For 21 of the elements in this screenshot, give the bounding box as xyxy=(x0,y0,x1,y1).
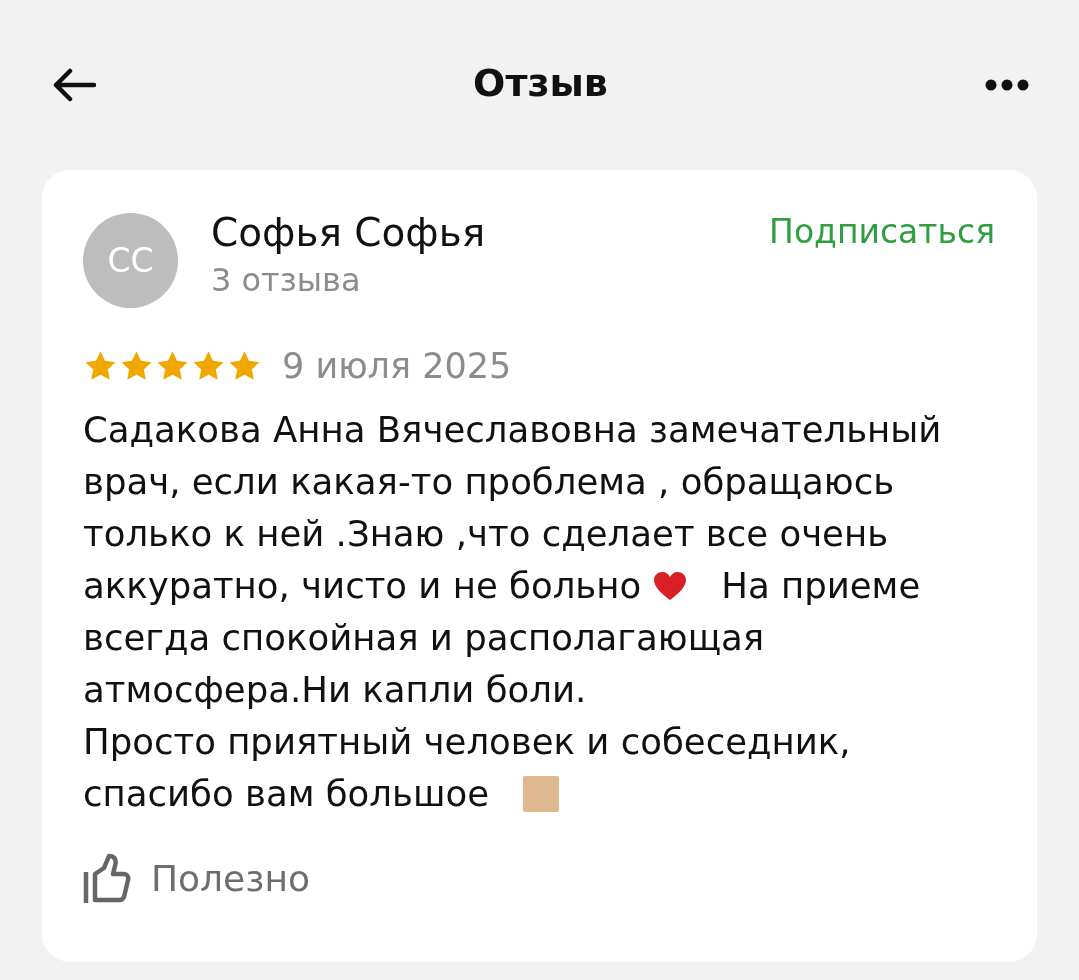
avatar: СС xyxy=(83,213,178,308)
review-text: врач, если какая-то проблема , обращаюсь xyxy=(83,460,895,504)
skin-tone-swatch-icon xyxy=(523,776,559,812)
author-name: Софья Софья xyxy=(211,213,487,253)
page-title: Отзыв xyxy=(473,61,608,105)
review-text: спасибо вам большое xyxy=(83,772,489,816)
subscribe-button[interactable]: Подписаться xyxy=(769,212,995,251)
review-text: аккуратно, чисто и не больно xyxy=(83,564,642,608)
review-text: только к ней .Знаю ,что сделает все очень xyxy=(83,512,889,556)
review-date: 9 июля 2025 xyxy=(282,346,512,386)
back-icon[interactable] xyxy=(52,68,96,102)
review-text: На приеме xyxy=(721,564,921,608)
thumbs-up-icon xyxy=(83,852,131,904)
helpful-button[interactable]: Полезно xyxy=(83,852,310,904)
review-text: всегда спокойная и располагающая xyxy=(83,616,765,660)
review-text: Просто приятный человек и собеседник, xyxy=(83,720,851,764)
more-icon[interactable] xyxy=(985,79,1029,91)
review-text: атмосфера.Ни капли боли. xyxy=(83,668,587,712)
review-text: Садакова Анна Вячеславовна замечательный xyxy=(83,408,942,452)
review-count: 3 отзыва xyxy=(211,261,362,299)
heart-icon xyxy=(653,571,688,601)
